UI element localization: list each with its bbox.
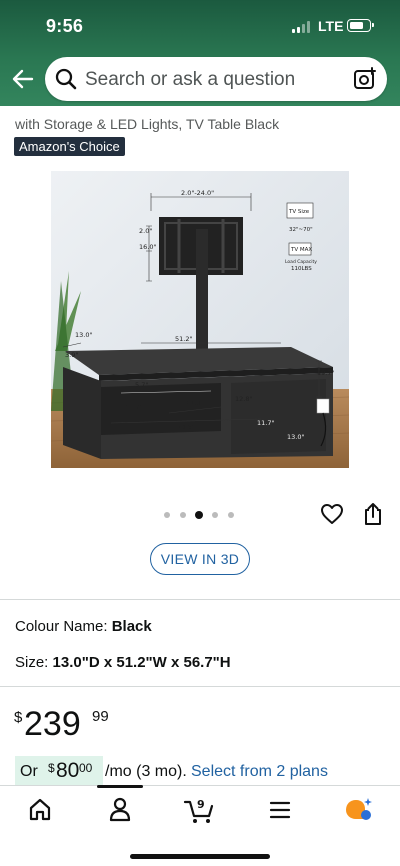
colour-value: Black bbox=[111, 618, 152, 635]
colour-attribute[interactable]: Colour Name: Black bbox=[15, 618, 152, 635]
rufus-icon[interactable] bbox=[338, 794, 378, 824]
dim-label: 51.2" bbox=[175, 335, 192, 343]
heart-icon[interactable] bbox=[320, 503, 344, 525]
dim-label: 3.9" bbox=[65, 351, 78, 359]
cart-icon[interactable]: 9 bbox=[180, 794, 220, 824]
top-header: 9:56 LTE Search or ask a question bbox=[0, 0, 400, 106]
dim-label: TV Size bbox=[288, 209, 310, 215]
dim-label: 32"~70" bbox=[289, 227, 313, 233]
monthly-currency: $ bbox=[48, 761, 55, 775]
dim-label: 2.0"-24.0" bbox=[181, 189, 214, 197]
colour-label: Colour Name: bbox=[15, 618, 108, 635]
carousel-dot[interactable] bbox=[164, 512, 170, 518]
dim-label: 23.6" bbox=[177, 423, 194, 431]
size-label: Size: bbox=[15, 654, 49, 671]
view-in-3d-button[interactable]: VIEW IN 3D bbox=[150, 543, 250, 575]
divider bbox=[0, 599, 400, 600]
size-value: 13.0"D x 51.2"W x 56.7"H bbox=[52, 654, 231, 671]
divider bbox=[0, 686, 400, 687]
carousel-dot[interactable] bbox=[212, 512, 218, 518]
nav-active-indicator bbox=[97, 785, 143, 788]
camera-icon[interactable] bbox=[353, 67, 377, 91]
product-image[interactable]: 2.0"-24.0" 2.0" 16.0" TV Size 32"~70" TV… bbox=[50, 171, 350, 468]
monthly-amount: 80 bbox=[56, 759, 80, 782]
share-icon[interactable] bbox=[362, 502, 384, 526]
amazons-choice-badge: Amazon's Choice bbox=[14, 137, 125, 156]
back-arrow-icon[interactable] bbox=[10, 66, 36, 92]
menu-icon[interactable] bbox=[260, 794, 300, 824]
search-icon bbox=[55, 68, 77, 90]
dim-label: 11.7" bbox=[257, 419, 274, 427]
search-bar[interactable]: Search or ask a question bbox=[45, 57, 387, 101]
signal-icon bbox=[292, 21, 314, 33]
dim-label: 12.8" bbox=[235, 395, 252, 403]
dim-label: 16.0" bbox=[139, 243, 156, 251]
monthly-suffix: /mo (3 mo). bbox=[105, 763, 187, 780]
price-currency: $ bbox=[14, 709, 23, 726]
monthly-prefix: Or bbox=[20, 763, 38, 780]
bottom-nav: 9 bbox=[0, 785, 400, 866]
dim-label: 110LBS bbox=[291, 266, 312, 272]
dim-label: TV MAX bbox=[290, 247, 312, 253]
dim-label: 13.0" bbox=[287, 433, 304, 441]
search-input[interactable]: Search or ask a question bbox=[85, 69, 295, 91]
carousel-dot[interactable] bbox=[180, 512, 186, 518]
price-fraction: 99 bbox=[92, 708, 109, 725]
carousel-dot[interactable] bbox=[228, 512, 234, 518]
monthly-fraction: 00 bbox=[79, 761, 93, 775]
account-icon[interactable] bbox=[100, 794, 140, 824]
carousel-dot-active[interactable] bbox=[195, 511, 203, 519]
dim-label: 2.0" bbox=[139, 227, 152, 235]
carousel-dots[interactable] bbox=[164, 511, 240, 519]
dim-label: 13.0" bbox=[75, 331, 92, 339]
status-time: 9:56 bbox=[46, 16, 84, 36]
home-indicator bbox=[130, 854, 270, 859]
product-title[interactable]: with Storage & LED Lights, TV Table Blac… bbox=[15, 116, 279, 132]
price-whole: 239 bbox=[24, 705, 81, 743]
status-bar: 9:56 LTE bbox=[0, 0, 400, 50]
home-icon[interactable] bbox=[20, 794, 60, 824]
select-plans-link[interactable]: Select from 2 plans bbox=[191, 763, 328, 781]
size-attribute[interactable]: Size: 13.0"D x 51.2"W x 56.7"H bbox=[15, 654, 231, 671]
dim-label: 11.7" bbox=[125, 403, 142, 411]
dim-label: 19.7" bbox=[317, 369, 334, 377]
battery-icon bbox=[347, 19, 374, 32]
dim-label: ±1.3 bbox=[185, 399, 201, 407]
dim-label: 5.7" bbox=[135, 381, 148, 389]
network-type: LTE bbox=[318, 18, 344, 34]
cart-count: 9 bbox=[197, 798, 205, 811]
dim-label: Load Capacity bbox=[285, 259, 317, 265]
